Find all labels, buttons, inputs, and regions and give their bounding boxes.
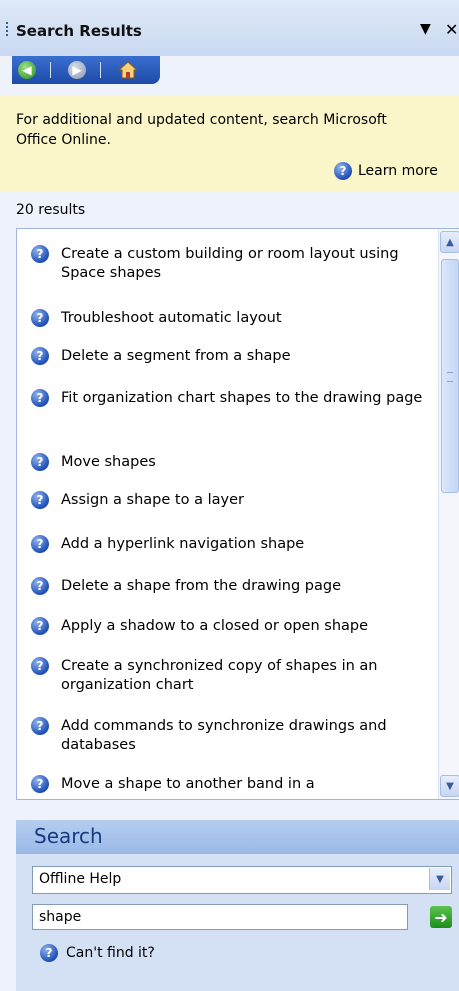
forward-button[interactable]: ▶ (68, 61, 86, 79)
help-topic-icon: ? (31, 453, 49, 471)
results-count: 20 results (16, 202, 86, 218)
search-input[interactable] (32, 904, 408, 930)
cant-find-it-link[interactable]: ? Can't find it? (40, 944, 155, 962)
back-icon: ◀ (22, 63, 32, 77)
back-button[interactable]: ◀ (18, 61, 36, 79)
result-link[interactable]: Create a custom building or room layout … (61, 245, 431, 283)
navigation-toolbar: ◀ ▶ (12, 56, 160, 84)
chevron-down-icon: ▼ (446, 780, 454, 792)
scroll-down-button[interactable]: ▼ (440, 775, 459, 797)
drag-grip-icon[interactable] (6, 22, 9, 40)
close-pane-button[interactable]: ✕ (445, 20, 458, 39)
result-link[interactable]: Move shapes (61, 453, 156, 472)
result-item[interactable]: ? Delete a shape from the drawing page (31, 577, 431, 596)
task-pane-title-bar: Search Results ▼ ✕ (0, 0, 459, 56)
chevron-up-icon: ▲ (446, 236, 454, 248)
cant-find-it-label: Can't find it? (66, 945, 155, 961)
result-item[interactable]: ? Add a hyperlink navigation shape (31, 535, 431, 554)
forward-icon: ▶ (72, 63, 82, 77)
result-item[interactable]: ? Fit organization chart shapes to the d… (31, 389, 431, 408)
result-item[interactable]: ? Delete a segment from a shape (31, 347, 431, 366)
results-scrollbar[interactable]: ▲ ▼ (438, 229, 459, 799)
help-topic-icon: ? (31, 617, 49, 635)
result-item[interactable]: ? Assign a shape to a layer (31, 491, 431, 510)
learn-more-link[interactable]: ? Learn more (334, 162, 438, 180)
dropdown-button[interactable]: ▼ (429, 868, 450, 890)
scroll-thumb[interactable] (441, 259, 459, 493)
search-heading-bar: Search (16, 820, 459, 854)
help-topic-icon: ? (31, 775, 49, 793)
result-item[interactable]: ? Troubleshoot automatic layout (31, 309, 431, 328)
home-icon (117, 61, 139, 79)
result-link[interactable]: Delete a segment from a shape (61, 347, 291, 366)
result-item[interactable]: ? Move shapes (31, 453, 431, 472)
result-link[interactable]: Add a hyperlink navigation shape (61, 535, 304, 554)
result-link[interactable]: Fit organization chart shapes to the dra… (61, 389, 422, 408)
result-link[interactable]: Apply a shadow to a closed or open shape (61, 617, 368, 636)
scroll-up-button[interactable]: ▲ (440, 231, 459, 253)
help-topic-icon: ? (31, 309, 49, 327)
pane-title: Search Results (16, 22, 142, 40)
search-heading: Search (34, 824, 103, 848)
result-item[interactable]: ? Create a synchronized copy of shapes i… (31, 657, 431, 695)
result-link[interactable]: Troubleshoot automatic layout (61, 309, 282, 328)
help-topic-icon: ? (31, 535, 49, 553)
help-topic-icon: ? (31, 347, 49, 365)
help-topic-icon: ? (31, 389, 49, 407)
result-item[interactable]: ? Create a custom building or room layou… (31, 245, 431, 283)
pane-menu-button[interactable]: ▼ (420, 21, 431, 37)
help-topic-icon: ? (31, 491, 49, 509)
toolbar-divider (50, 62, 51, 78)
result-item[interactable]: ? Apply a shadow to a closed or open sha… (31, 617, 431, 636)
result-item[interactable]: ? Add commands to synchronize drawings a… (31, 717, 431, 755)
thumb-grip-icon (447, 372, 453, 382)
arrow-right-icon: ➜ (434, 907, 448, 927)
result-link[interactable]: Delete a shape from the drawing page (61, 577, 341, 596)
help-topic-icon: ? (31, 577, 49, 595)
search-panel: Search Offline Help ▼ ➜ ? Can't find it? (16, 820, 459, 991)
help-icon: ? (334, 162, 352, 180)
help-topic-icon: ? (31, 245, 49, 263)
help-topic-icon: ? (31, 717, 49, 735)
result-link[interactable]: Create a synchronized copy of shapes in … (61, 657, 431, 695)
search-scope-dropdown[interactable]: Offline Help ▼ (32, 866, 452, 894)
start-searching-button[interactable]: ➜ (430, 906, 452, 928)
home-button[interactable] (117, 60, 139, 80)
help-topic-icon: ? (31, 657, 49, 675)
learn-more-label: Learn more (358, 163, 438, 179)
result-item[interactable]: ? Move a shape to another band in a (31, 775, 431, 794)
help-icon: ? (40, 944, 58, 962)
result-link[interactable]: Move a shape to another band in a (61, 775, 315, 794)
info-message: For additional and updated content, sear… (16, 112, 387, 148)
toolbar-divider (100, 62, 101, 78)
result-link[interactable]: Assign a shape to a layer (61, 491, 244, 510)
result-link[interactable]: Add commands to synchronize drawings and… (61, 717, 431, 755)
chevron-down-icon: ▼ (436, 873, 444, 885)
search-scope-value: Offline Help (39, 871, 122, 887)
results-list: ? Create a custom building or room layou… (16, 228, 459, 800)
